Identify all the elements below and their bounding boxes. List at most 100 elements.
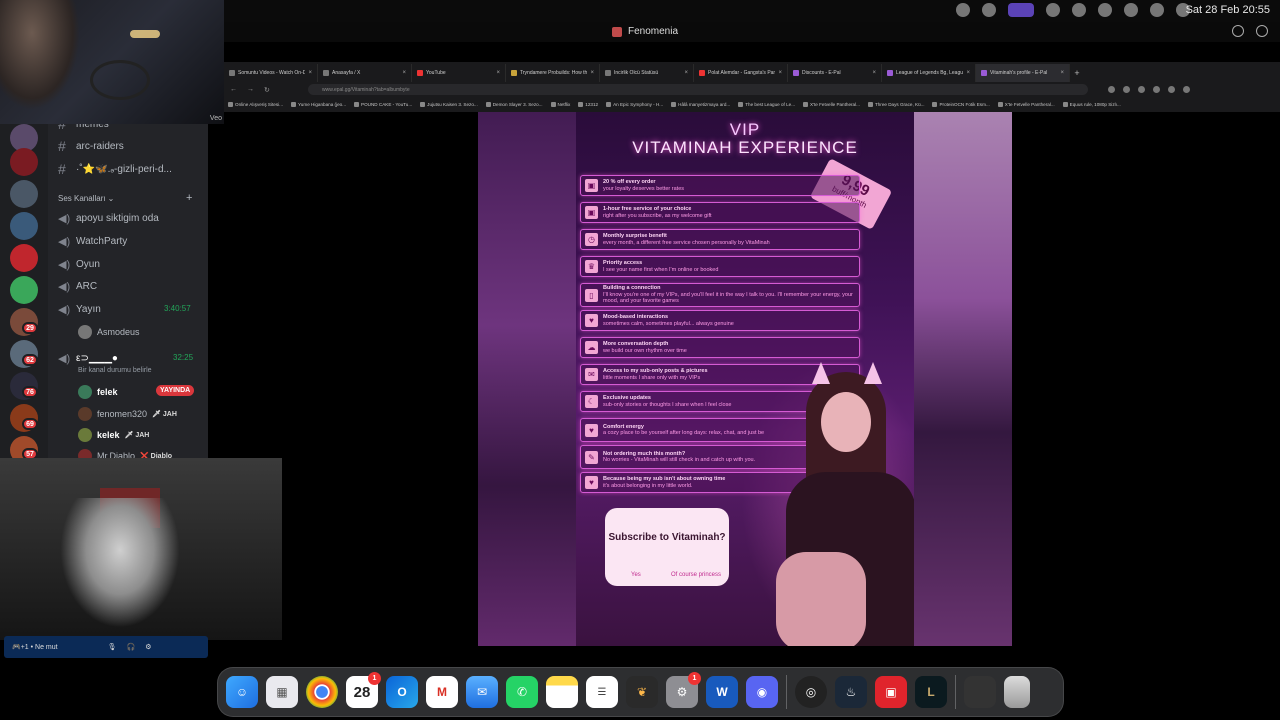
server-icon[interactable] <box>10 244 38 272</box>
close-icon[interactable]: × <box>966 70 970 76</box>
bookmark[interactable]: ProteinOCN Fotik Esm... <box>932 102 990 107</box>
bookmark[interactable]: An Epic Symphony - H... <box>606 102 663 107</box>
voice-channel[interactable]: ◀) WatchParty <box>58 235 127 248</box>
close-icon[interactable]: × <box>684 70 688 76</box>
new-tab-button[interactable]: + <box>1070 64 1084 82</box>
browser-tab[interactable]: Polat Alemdar - Gangsta's Para × <box>694 64 788 82</box>
browser-tab[interactable]: Tryndamere Probuilds: How the × <box>506 64 600 82</box>
close-icon[interactable]: × <box>496 70 500 76</box>
fullscreen-icon[interactable] <box>1232 25 1244 37</box>
pause-icon[interactable] <box>982 3 996 17</box>
control-center-icon[interactable] <box>1008 3 1034 17</box>
whatsapp-icon[interactable]: ✆ <box>506 676 538 708</box>
bookmark[interactable]: The best League of Le... <box>738 102 795 107</box>
reload-icon[interactable]: ↻ <box>264 86 270 94</box>
browser-tab[interactable]: League of Legends Bg, League × <box>882 64 976 82</box>
mic-icon[interactable]: 🎙 <box>108 643 117 651</box>
obs-icon[interactable]: ◎ <box>795 676 827 708</box>
battery-icon[interactable] <box>1150 3 1164 17</box>
launchpad-icon[interactable]: ▦ <box>266 676 298 708</box>
mail-icon[interactable]: ✉ <box>466 676 498 708</box>
close-icon[interactable]: × <box>1060 70 1064 76</box>
browser-tab[interactable]: Anasayfa / X × <box>318 64 412 82</box>
browser-tab[interactable]: Discounts - E-Pal × <box>788 64 882 82</box>
bookmark[interactable]: 12312 <box>578 102 598 107</box>
bookmark[interactable]: Equus rule, 1080p Sizlı... <box>1062 102 1121 107</box>
fl-studio-icon[interactable]: ❦ <box>626 676 658 708</box>
channel-arc-raiders[interactable]: # arc-raiders <box>58 138 124 154</box>
epic-games-icon[interactable]: ▣ <box>875 676 907 708</box>
browser-tab[interactable]: Somuntu Videos - Watch On-Dr × <box>224 64 318 82</box>
headset-icon[interactable]: 🎧 <box>127 643 136 651</box>
outlook-icon[interactable]: O <box>386 676 418 708</box>
bookmark[interactable]: X'te Fetvelle Pantheral... <box>803 102 860 107</box>
notes-icon[interactable] <box>546 676 578 708</box>
server-icon[interactable] <box>10 212 38 240</box>
word-icon[interactable]: W <box>706 676 738 708</box>
channel-gizli-peri[interactable]: # ·˚⭐🦋.ₔ-gizli-peri-d... <box>58 161 172 177</box>
trash-icon[interactable] <box>1004 676 1030 708</box>
close-icon[interactable]: × <box>308 70 312 76</box>
wifi-icon[interactable] <box>1124 3 1138 17</box>
current-voice-channel[interactable]: ◀) ε⊃▁▁▁● <box>58 352 118 365</box>
gmail-icon[interactable]: M <box>426 676 458 708</box>
profile-icon[interactable] <box>1168 86 1175 93</box>
bookmark[interactable]: Hâlâ manyetizmaya ard... <box>671 102 730 107</box>
menu-icon[interactable] <box>1183 86 1190 93</box>
finder-icon[interactable]: ☺ <box>226 676 258 708</box>
server-icon[interactable] <box>10 276 38 304</box>
settings-icon[interactable] <box>1046 3 1060 17</box>
settings-icon[interactable]: ⚙ 1 <box>666 672 701 708</box>
chrome-icon[interactable] <box>306 676 338 708</box>
bookmark[interactable]: Jujutsu Kaisen 3. Sezo... <box>420 102 478 107</box>
voice-channel[interactable]: ◀) Oyun <box>58 258 100 271</box>
extension-icon[interactable] <box>1108 86 1115 93</box>
close-icon[interactable]: × <box>590 70 594 76</box>
extension-icon[interactable] <box>1153 86 1160 93</box>
forward-icon[interactable]: → <box>247 86 254 94</box>
close-icon[interactable]: × <box>402 70 406 76</box>
server-icon[interactable] <box>10 148 38 176</box>
back-icon[interactable]: ← <box>230 86 237 94</box>
browser-tab[interactable]: İncirlik Ölcü Statüsü × <box>600 64 694 82</box>
channel-status[interactable]: Bir kanal durumu belirle <box>78 367 152 374</box>
browser-tab[interactable]: YouTube × <box>412 64 506 82</box>
discord-icon[interactable]: ◉ <box>746 676 778 708</box>
calendar-icon[interactable]: 28 1 <box>346 672 381 708</box>
browser-tab-active[interactable]: Vitaminah's profile - E-Pal × <box>976 64 1070 82</box>
voice-category-header[interactable]: Ses Kanalları ⌄ <box>58 194 114 203</box>
steam-icon[interactable]: ♨ <box>835 676 867 708</box>
clock[interactable]: Sat 28 Feb 20:55 <box>1186 4 1270 16</box>
bookmark[interactable]: Online Alışveriş Sitesi... <box>228 102 283 107</box>
voice-user[interactable]: kelek 🗡 JAH <box>78 428 149 442</box>
gear-icon[interactable]: ⚙ <box>145 643 151 651</box>
voice-channel-yayin[interactable]: ◀) Yayın <box>58 303 101 316</box>
close-icon[interactable]: × <box>872 70 876 76</box>
url-input[interactable]: www.epal.gg/Vitaminah?tab=albumbyte <box>308 84 1088 95</box>
record-icon[interactable] <box>956 3 970 17</box>
bookmark-star-icon[interactable] <box>1123 86 1130 93</box>
voice-channel[interactable]: ◀) ARC <box>58 280 97 293</box>
server-icon[interactable] <box>10 180 38 208</box>
screenshot-thumbnail-icon[interactable] <box>964 676 996 708</box>
add-channel-button[interactable]: + <box>186 192 192 204</box>
help-icon[interactable] <box>1256 25 1268 37</box>
bookmark[interactable]: POUND CAKE - YouTu... <box>354 102 412 107</box>
voice-user[interactable]: felek <box>78 385 118 399</box>
of-course-button[interactable]: Of course princess <box>671 572 721 578</box>
play-icon[interactable] <box>1072 3 1086 17</box>
voice-channel[interactable]: ◀) apoyu siktigim oda <box>58 212 159 225</box>
voice-status-bar[interactable]: 🎮+1 • Ne mut 🎙 🎧 ⚙ <box>4 636 208 658</box>
voice-user[interactable]: fenomen320 🗡 JAH <box>78 407 177 421</box>
bookmark[interactable]: Yume Higanbana (jeo... <box>291 102 346 107</box>
reminders-icon[interactable]: ☰ <box>586 676 618 708</box>
close-icon[interactable]: × <box>778 70 782 76</box>
fan-icon[interactable] <box>1098 3 1112 17</box>
bookmark[interactable]: Three Days Grace, Kü... <box>867 102 924 107</box>
bookmark[interactable]: Demon Slayer 3. Sezo... <box>485 102 543 107</box>
voice-user[interactable]: Asmodeus <box>78 325 140 339</box>
league-of-legends-icon[interactable]: L <box>915 676 947 708</box>
yes-button[interactable]: Yes <box>631 572 641 578</box>
extension-icon[interactable] <box>1138 86 1145 93</box>
bookmark[interactable]: Netflix <box>550 102 570 107</box>
